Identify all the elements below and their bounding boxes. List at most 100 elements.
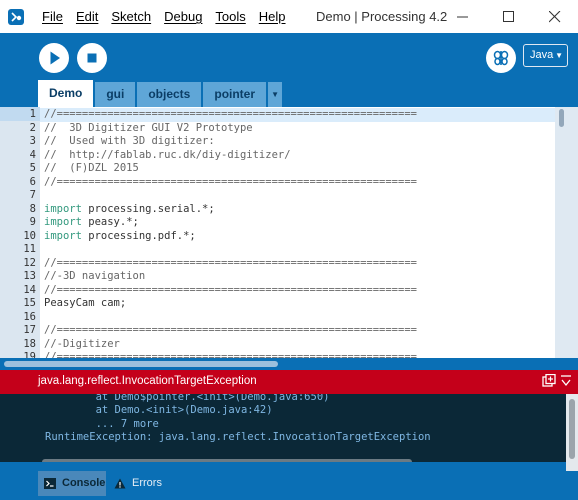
mode-label: Java <box>530 49 554 61</box>
comment-token: // http://fablab.ruc.dk/diy-digitizer/ <box>44 148 291 161</box>
code-line: import processing.pdf.*; <box>40 230 555 244</box>
minimize-icon <box>457 16 468 18</box>
comment-token: // (F)DZL 2015 <box>44 162 139 174</box>
footer-bar: Console Errors <box>0 471 578 500</box>
comment-token: //======================================… <box>44 175 417 188</box>
title-bar: File Edit Sketch Debug Tools Help Demo |… <box>0 0 578 33</box>
debug-button[interactable] <box>486 43 516 73</box>
line-number: 17 <box>23 324 36 336</box>
tab-demo[interactable]: Demo <box>38 80 94 107</box>
console-vertical-scroll-thumb[interactable] <box>569 399 575 459</box>
processing-window: File Edit Sketch Debug Tools Help Demo |… <box>0 0 578 500</box>
code-line: //======================================… <box>40 108 555 122</box>
line-number: 15 <box>23 297 36 309</box>
editor-vertical-scroll-thumb[interactable] <box>559 109 564 127</box>
code-token: peasy.*; <box>81 216 139 228</box>
run-button[interactable] <box>39 43 69 73</box>
line-number: 2 <box>29 121 36 134</box>
code-line: import peasy.*; <box>40 216 555 230</box>
errors-tab[interactable]: Errors <box>108 471 178 496</box>
toolbar: Java ▼ <box>0 33 578 80</box>
code-token: PeasyCam cam; <box>44 297 127 309</box>
code-line: //-Digitizer <box>40 338 555 352</box>
editor-horizontal-scrollbar[interactable] <box>0 358 578 370</box>
code-line: // 3D Digitizer GUI V2 Prototype <box>40 122 555 136</box>
console-output[interactable]: at Demo$pointer.<init>(Demo.java:650) at… <box>0 394 578 462</box>
stop-icon <box>87 53 97 63</box>
console-line: at Demo$pointer.<init>(Demo.java:650) <box>45 394 330 403</box>
console-horizontal-scroll-thumb[interactable] <box>42 459 412 462</box>
comment-token: // 3D Digitizer GUI V2 Prototype <box>44 121 253 134</box>
close-button[interactable] <box>532 0 578 33</box>
line-number: 14 <box>23 283 36 296</box>
menu-file[interactable]: File <box>42 9 63 24</box>
sketch-tabs: Demo gui objects pointer ▼ <box>38 80 283 107</box>
line-number: 16 <box>23 310 36 323</box>
comment-token: //======================================… <box>44 283 417 296</box>
tab-objects[interactable]: objects <box>137 82 202 107</box>
line-number: 7 <box>29 189 36 201</box>
line-number: 11 <box>23 243 36 255</box>
tab-menu-button[interactable]: ▼ <box>268 82 283 107</box>
terminal-icon <box>44 478 56 489</box>
comment-token: //-3D navigation <box>44 270 146 282</box>
code-editor: 1 2 3 4 5 6 7 8 9 10 11 12 13 14 15 16 17 18 19 //========… <box>0 107 578 363</box>
error-bar-actions <box>542 373 572 395</box>
comment-token: //======================================… <box>44 324 417 336</box>
maximize-button[interactable] <box>486 0 532 33</box>
mode-selector[interactable]: Java ▼ <box>523 44 568 67</box>
butterfly-icon <box>493 50 509 66</box>
line-number: 6 <box>29 175 36 188</box>
comment-token: //-Digitizer <box>44 337 120 350</box>
code-line: //-3D navigation <box>40 270 555 284</box>
line-number: 3 <box>29 135 36 147</box>
window-controls <box>440 0 578 33</box>
close-icon <box>549 11 561 23</box>
line-number: 9 <box>29 216 36 228</box>
menu-debug[interactable]: Debug <box>164 9 202 24</box>
console-line: at Demo.<init>(Demo.java:42) <box>45 404 273 416</box>
line-number-gutter: 1 2 3 4 5 6 7 8 9 10 11 12 13 14 15 16 17 18 19 <box>0 107 40 363</box>
comment-token: //======================================… <box>44 256 417 269</box>
code-line: //======================================… <box>40 176 555 190</box>
line-number: 12 <box>23 256 36 269</box>
code-line: // Used with 3D digitizer: <box>40 135 555 149</box>
console-vertical-scrollbar[interactable] <box>566 394 578 472</box>
code-line: //======================================… <box>40 257 555 271</box>
keyword-token: import <box>44 202 82 215</box>
comment-token: // Used with 3D digitizer: <box>44 135 215 147</box>
menu-sketch[interactable]: Sketch <box>111 9 151 24</box>
processing-logo-icon <box>8 9 24 25</box>
console-line: RuntimeException: java.lang.reflect.Invo… <box>45 431 431 443</box>
code-text-area[interactable]: //======================================… <box>40 107 555 358</box>
comment-token: //======================================… <box>44 108 417 120</box>
line-number: 13 <box>23 270 36 282</box>
code-line: // (F)DZL 2015 <box>40 162 555 176</box>
console-horizontal-scrollbar[interactable] <box>34 457 564 462</box>
menu-tools[interactable]: Tools <box>215 9 245 24</box>
editor-vertical-scrollbar[interactable] <box>556 107 578 358</box>
tab-gui[interactable]: gui <box>95 82 136 107</box>
line-number: 1 <box>29 108 36 120</box>
editor-horizontal-scroll-thumb[interactable] <box>4 361 278 367</box>
warning-icon <box>114 478 126 489</box>
line-number: 8 <box>29 202 36 215</box>
console-tab[interactable]: Console <box>38 471 106 496</box>
chevron-down-icon: ▼ <box>555 51 563 60</box>
comment-token: //======================================… <box>44 351 417 358</box>
code-line: import processing.serial.*; <box>40 203 555 217</box>
menu-help[interactable]: Help <box>259 9 286 24</box>
errors-tab-label: Errors <box>132 477 162 489</box>
menu-edit[interactable]: Edit <box>76 9 98 24</box>
line-number: 10 <box>23 229 36 242</box>
code-line: //======================================… <box>40 284 555 298</box>
minimize-button[interactable] <box>440 0 486 33</box>
stop-button[interactable] <box>77 43 107 73</box>
minimize-console-icon[interactable] <box>561 375 571 387</box>
code-token: processing.pdf.*; <box>81 229 196 242</box>
copy-error-icon[interactable] <box>542 373 556 387</box>
tab-pointer[interactable]: pointer <box>203 82 267 107</box>
error-status-bar: java.lang.reflect.InvocationTargetExcept… <box>0 370 578 394</box>
